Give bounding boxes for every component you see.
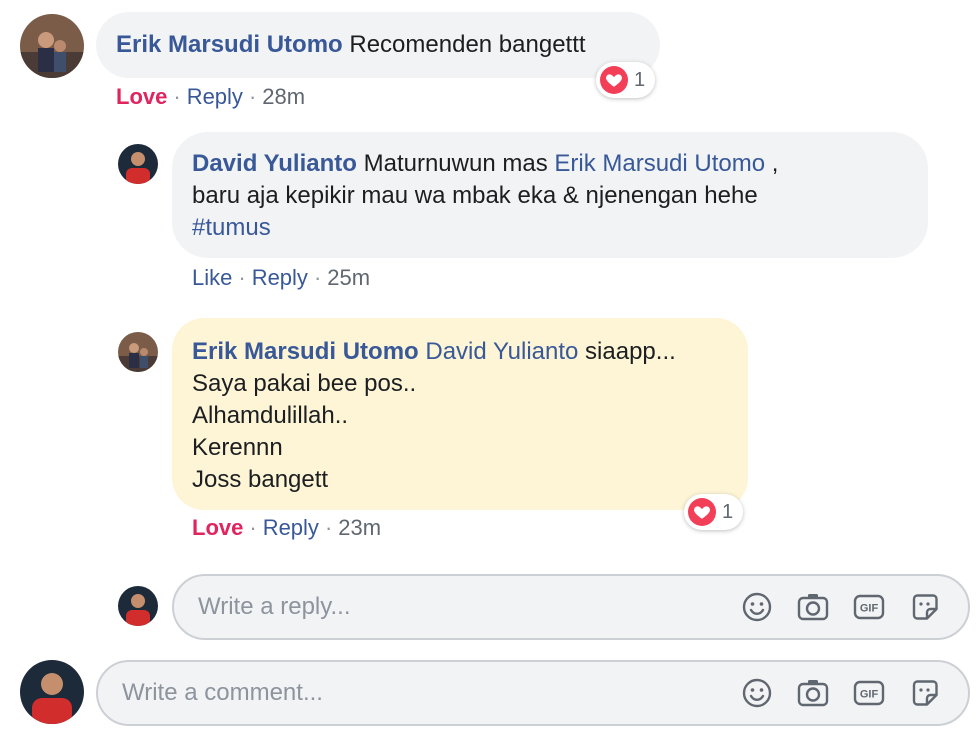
svg-text:GIF: GIF [860,689,879,701]
reply-composer[interactable]: Write a reply... GIF [172,574,970,640]
separator: · [173,84,181,109]
love-button[interactable]: Love [192,515,243,540]
separator: · [249,515,257,540]
like-button[interactable]: Like [192,265,232,290]
reply-bubble: David Yulianto Maturnuwun mas Erik Marsu… [172,132,928,258]
reply-button[interactable]: Reply [263,515,319,540]
reply-text-punct: , [771,150,779,177]
reply-line-1: David Yulianto Maturnuwun mas Erik Marsu… [192,148,908,180]
timestamp[interactable]: 23m [338,515,381,540]
reply-button[interactable]: Reply [252,265,308,290]
separator: · [248,84,257,109]
svg-text:GIF: GIF [860,603,879,615]
composer-tools: GIF [740,676,968,710]
timestamp[interactable]: 25m [327,265,370,290]
separator: · [313,265,322,290]
reaction-count: 1 [634,68,646,91]
avatar-erik-small[interactable] [118,332,158,372]
gif-icon[interactable]: GIF [852,590,886,624]
avatar-david[interactable] [118,144,158,184]
heart-icon [600,66,628,94]
reply-author[interactable]: David Yulianto [192,150,357,177]
reply-author[interactable]: Erik Marsudi Utomo [192,338,419,365]
avatar-erik[interactable] [20,14,84,78]
reply-line: Saya pakai bee pos.. [192,370,417,397]
heart-icon [688,498,716,526]
mention-link[interactable]: David Yulianto [425,338,578,365]
separator: · [324,515,333,540]
avatar-current-user-small [118,586,158,626]
comment-text: Recomenden bangettt [349,31,586,58]
comment-actions: Love · Reply · 28m [116,84,305,110]
reply-line: Alhamdulillah.. [192,402,349,429]
sticker-icon[interactable] [908,590,942,624]
reply-line-1: Erik Marsudi Utomo David Yulianto siaapp… [192,336,728,368]
reply-text: Maturnuwun mas [363,150,548,177]
reply-input[interactable]: Write a reply... [174,593,740,621]
comment-bubble: Erik Marsudi Utomo Recomenden bangettt [96,12,660,78]
reaction-badge[interactable]: 1 [684,494,744,530]
reply-line-2: baru aja kepikir mau wa mbak eka & njene… [192,182,758,209]
reply-actions: Like · Reply · 25m [192,265,370,291]
composer-tools: GIF [740,590,968,624]
love-button[interactable]: Love [116,84,167,109]
mention-link[interactable]: Erik Marsudi Utomo [554,150,765,177]
reply-bubble-highlighted: Erik Marsudi Utomo David Yulianto siaapp… [172,318,748,510]
timestamp[interactable]: 28m [262,84,305,109]
sticker-icon[interactable] [908,676,942,710]
emoji-icon[interactable] [740,676,774,710]
reaction-count: 1 [722,500,734,523]
separator: · [238,265,246,290]
gif-icon[interactable]: GIF [852,676,886,710]
reply-text: siaapp... [585,338,676,365]
reply-actions: Love · Reply · 23m [192,515,381,541]
comment-composer[interactable]: Write a comment... GIF [96,660,970,726]
camera-icon[interactable] [796,676,830,710]
reply-line: Kerennn [192,434,283,461]
emoji-icon[interactable] [740,590,774,624]
avatar-current-user [20,660,84,724]
reply-button[interactable]: Reply [187,84,243,109]
reply-line: Joss bangett [192,466,329,493]
reaction-badge[interactable]: 1 [596,62,656,98]
camera-icon[interactable] [796,590,830,624]
hashtag-link[interactable]: #tumus [192,214,271,241]
comment-author[interactable]: Erik Marsudi Utomo [116,31,343,58]
comment-input[interactable]: Write a comment... [98,679,740,707]
